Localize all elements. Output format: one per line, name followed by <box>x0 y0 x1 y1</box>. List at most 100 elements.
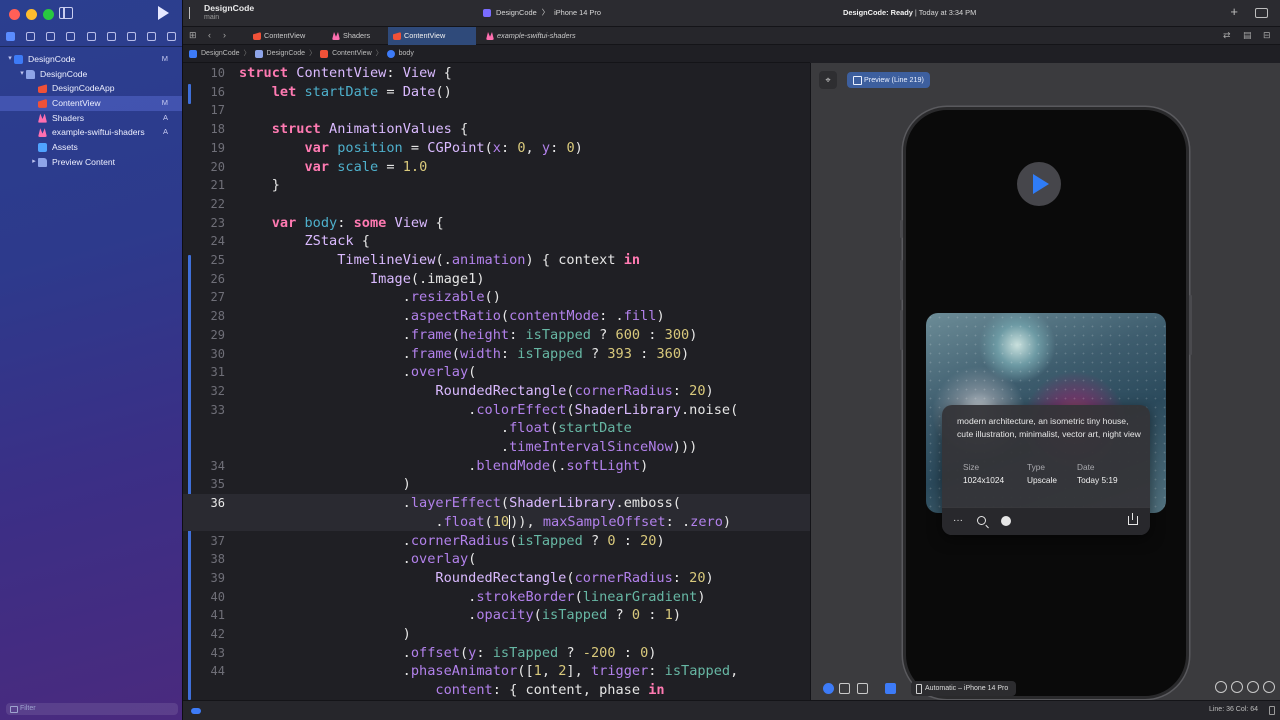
sidebar-item[interactable]: Assets <box>0 140 182 155</box>
code-line[interactable]: 21 } <box>183 176 810 195</box>
find-navigator-icon[interactable] <box>66 31 76 41</box>
code-line[interactable]: 34 .blendMode(.softLight) <box>183 457 810 476</box>
filter-input[interactable]: Filter <box>6 703 178 715</box>
issue-navigator-icon[interactable] <box>86 31 96 41</box>
code-line[interactable]: 22 <box>183 195 810 214</box>
code-line[interactable]: 17 <box>183 101 810 120</box>
breadcrumb-item[interactable]: ContentView <box>332 45 372 63</box>
sidebar-toggle-icon[interactable] <box>59 7 73 19</box>
code-line[interactable]: 38 .overlay( <box>183 550 810 569</box>
code-line[interactable]: 37 .cornerRadius(isTapped ? 0 : 20) <box>183 532 810 551</box>
run-button[interactable] <box>158 6 169 20</box>
report-navigator-icon[interactable] <box>167 31 176 41</box>
sidebar-item[interactable]: Shaders A <box>0 111 182 126</box>
code-line[interactable]: .float(startDate <box>183 419 810 438</box>
breakpoint-navigator-icon[interactable] <box>146 31 156 41</box>
chevron-down-icon[interactable]: ▾ <box>6 52 14 67</box>
zoom-icon[interactable] <box>977 516 986 525</box>
code-line[interactable]: 29 .frame(height: isTapped ? 600 : 300) <box>183 326 810 345</box>
close-window-button[interactable] <box>9 9 20 20</box>
code-line[interactable]: 10 struct ContentView: View { <box>183 64 810 83</box>
code-line[interactable]: 44 .phaseAnimator([1, 2], trigger: isTap… <box>183 662 810 681</box>
editor-tab[interactable]: ContentView <box>248 27 322 45</box>
canvas-toggle-icon[interactable] <box>1269 706 1275 715</box>
editor-tab[interactable]: example-swiftui-shaders <box>481 27 593 45</box>
code-line[interactable]: 28 .aspectRatio(contentMode: .fill) <box>183 307 810 326</box>
sidebar-item[interactable]: ContentView M <box>0 96 182 111</box>
breadcrumb-item[interactable]: DesignCode <box>267 45 306 63</box>
editor-grid-icon[interactable]: ⊞ <box>189 30 197 41</box>
bookmark-navigator-icon[interactable] <box>46 31 56 41</box>
more-icon[interactable]: ··· <box>953 516 963 526</box>
code-line[interactable]: 27 .resizable() <box>183 288 810 307</box>
zoom-actual-icon[interactable] <box>1263 681 1275 693</box>
split-editor-icon[interactable]: ▤ <box>1243 30 1252 41</box>
inspector-toggle-icon[interactable] <box>1255 8 1268 18</box>
variants-icon[interactable] <box>857 683 868 694</box>
breadcrumb-item[interactable]: DesignCode <box>201 45 240 63</box>
code-line[interactable]: .float(10)), maxSampleOffset: .zero) <box>183 512 810 532</box>
live-mode-icon[interactable] <box>823 683 834 694</box>
project-navigator-icon[interactable] <box>6 31 15 41</box>
emoji-icon[interactable] <box>1001 516 1011 526</box>
forward-icon[interactable]: › <box>223 30 226 40</box>
destination-name: iPhone 14 Pro <box>554 8 601 17</box>
code-line[interactable]: 35 ) <box>183 475 810 494</box>
preview-label[interactable]: Preview (Line 219) <box>847 72 930 88</box>
debug-area-toggle[interactable] <box>191 708 201 714</box>
scheme-selector[interactable]: DesignCode 〉 iPhone 14 Pro <box>483 7 601 60</box>
sidebar-item[interactable]: ▾ DesignCode M <box>0 52 182 67</box>
code-line[interactable]: 16 let startDate = Date() <box>183 83 810 102</box>
code-line[interactable]: 33 .colorEffect(ShaderLibrary.noise( <box>183 401 810 420</box>
code-line[interactable]: 25 TimelineView(.animation) { context in <box>183 251 810 270</box>
chevron-down-icon[interactable]: ▾ <box>18 67 26 82</box>
zoom-window-button[interactable] <box>43 9 54 20</box>
pin-icon[interactable]: ⌖ <box>819 71 837 89</box>
device-settings-icon[interactable] <box>885 683 896 694</box>
code-line[interactable]: 19 var position = CGPoint(x: 0, y: 0) <box>183 139 810 158</box>
debug-navigator-icon[interactable] <box>126 31 136 41</box>
code-line[interactable]: 39 RoundedRectangle(cornerRadius: 20) <box>183 569 810 588</box>
code-line[interactable]: 20 var scale = 1.0 <box>183 158 810 177</box>
play-button[interactable] <box>1017 162 1061 206</box>
code-text: .float(startDate <box>239 419 632 438</box>
editor-tab[interactable]: Shaders <box>327 27 383 45</box>
selectable-mode-icon[interactable] <box>839 683 850 694</box>
source-control-navigator-icon[interactable] <box>26 31 36 41</box>
code-line[interactable]: content: { content, phase in <box>183 681 810 700</box>
code-line[interactable]: 26 Image(.image1) <box>183 270 810 289</box>
code-line[interactable]: 42 ) <box>183 625 810 644</box>
code-line[interactable]: 43 .offset(y: isTapped ? -200 : 0) <box>183 644 810 663</box>
minimize-window-button[interactable] <box>26 9 37 20</box>
add-editor-icon[interactable]: ⊟ <box>1263 30 1271 41</box>
test-navigator-icon[interactable] <box>106 31 116 41</box>
code-line[interactable]: 24 ZStack { <box>183 232 810 251</box>
code-line[interactable]: 31 .overlay( <box>183 363 810 382</box>
code-line[interactable]: .timeIntervalSinceNow))) <box>183 438 810 457</box>
download-icon[interactable] <box>1128 513 1138 525</box>
back-icon[interactable]: ‹ <box>208 30 211 40</box>
zoom-out-icon[interactable] <box>1215 681 1227 693</box>
zoom-fit-icon[interactable] <box>1231 681 1243 693</box>
code-line[interactable]: 41 .opacity(isTapped ? 0 : 1) <box>183 606 810 625</box>
zoom-in-icon[interactable] <box>1247 681 1259 693</box>
code-line[interactable]: 40 .strokeBorder(linearGradient) <box>183 588 810 607</box>
code-token: softLight <box>566 457 641 474</box>
sidebar-item[interactable]: ▾ DesignCode <box>0 67 182 82</box>
code-line[interactable]: 30 .frame(width: isTapped ? 393 : 360) <box>183 345 810 364</box>
code-editor[interactable]: 10 struct ContentView: View {16 let start… <box>183 63 810 700</box>
sidebar-item[interactable]: example-swiftui-shaders A <box>0 125 182 140</box>
code-line[interactable]: 32 RoundedRectangle(cornerRadius: 20) <box>183 382 810 401</box>
sidebar-item[interactable]: ▸ Preview Content <box>0 155 182 170</box>
branch-name[interactable]: main <box>204 14 219 21</box>
related-items-icon[interactable]: ⇄ <box>1223 30 1231 41</box>
code-line[interactable]: 36 .layerEffect(ShaderLibrary.emboss( <box>183 494 810 513</box>
code-line[interactable]: 18 struct AnimationValues { <box>183 120 810 139</box>
chevron-right-icon[interactable]: ▸ <box>30 155 38 170</box>
sidebar-item[interactable]: DesignCodeApp <box>0 81 182 96</box>
code-line[interactable]: 23 var body: some View { <box>183 214 810 233</box>
breadcrumb-item[interactable]: body <box>399 45 414 63</box>
editor-tab[interactable]: ContentView <box>388 27 476 45</box>
device-selector[interactable]: Automatic – iPhone 14 Pro <box>911 681 1017 696</box>
add-library-icon[interactable]: + <box>1230 4 1238 19</box>
